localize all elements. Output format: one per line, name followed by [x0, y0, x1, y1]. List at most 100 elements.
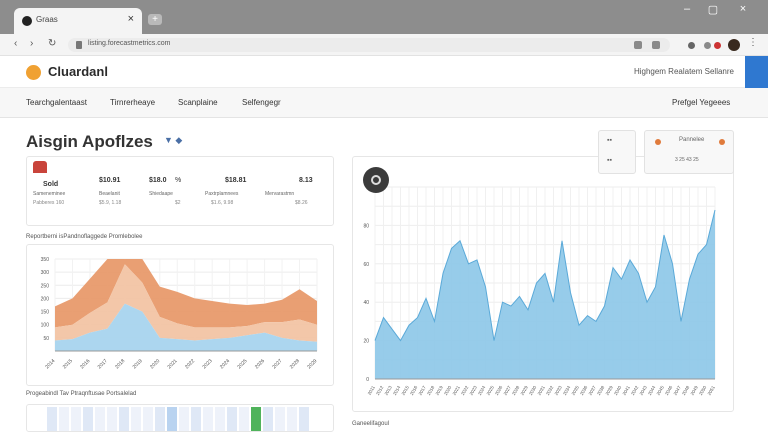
forward-icon[interactable]: › [30, 38, 33, 49]
main-menu: Tearchgalentaast Tirnrerheaye Scanplaine… [0, 88, 768, 118]
brand-name[interactable]: Cluardanl [48, 64, 108, 79]
x-tick-label: 2027 [271, 358, 283, 370]
x-tick-label: 2029 [306, 358, 318, 370]
new-tab-button[interactable]: + [148, 14, 162, 25]
heatmap-cell [179, 407, 189, 431]
bookmark-icon[interactable] [652, 41, 660, 49]
app-header: Cluardanl Highgem Realatem Sellanre [0, 56, 768, 88]
y-tick-label: 40 [363, 300, 369, 306]
favicon-icon [22, 16, 32, 26]
heatmap-cell [83, 407, 93, 431]
chart-settings-icon[interactable] [363, 167, 389, 193]
heatmap-cell [131, 407, 141, 431]
y-tick-label: 200 [41, 296, 50, 302]
left-chart-title: Reportberni isPandnoflaggede Promlebolee [26, 234, 143, 240]
x-tick-label: 2016 [79, 358, 91, 370]
extension-puzzle-icon[interactable] [688, 42, 695, 49]
y-tick-label: 0 [366, 377, 369, 383]
stats-card: Sold Sameneminee Pabberes 160 $10.91 Bea… [26, 156, 334, 226]
heatmap-strip [47, 407, 309, 431]
heatmap-cell [275, 407, 285, 431]
heatmap-cell [95, 407, 105, 431]
maximize-button[interactable]: ▢ [702, 3, 724, 17]
record-icon[interactable] [714, 42, 721, 49]
y-tick-label: 100 [41, 323, 50, 329]
address-bar[interactable]: listing.forecastmetrics.com [68, 38, 670, 52]
close-window-button[interactable]: × [732, 3, 754, 17]
gear-icon [371, 175, 381, 185]
tab-close-icon[interactable]: × [128, 13, 134, 25]
stat-sublabel: $2 [175, 200, 181, 206]
stat-value: $18.0 [149, 177, 167, 184]
browser-menu-icon[interactable]: ⋮ [748, 37, 758, 48]
heatmap-cell [119, 407, 129, 431]
x-tick-label: 2014 [44, 358, 56, 370]
right-area-chart: 8060402002011 2012 2013 2014 2015 2016 2017 201… [363, 186, 717, 397]
title-dropdown-icon[interactable]: ▼ ◆ [164, 135, 182, 146]
filter-range: 3 25 43 25 [675, 157, 699, 163]
y-tick-label: 350 [41, 257, 50, 263]
menu-item-1[interactable]: Tearchgalentaast [26, 98, 87, 107]
browser-navbar: ‹ › ↻ listing.forecastmetrics.com ⋮ [0, 34, 768, 56]
x-tick-label: 2015 [62, 358, 74, 370]
back-icon[interactable]: ‹ [14, 38, 17, 49]
stat-1: Sold Sameneminee Pabberes 160 [33, 163, 89, 213]
list-view-icon[interactable]: ▪▪ [607, 157, 612, 164]
profile-avatar[interactable] [728, 39, 740, 51]
heatmap-cell [59, 407, 69, 431]
x-tick-label: 2024 [219, 358, 231, 370]
grid-view-icon[interactable]: ▪▪ [607, 137, 612, 144]
x-tick-label: 2028 [289, 358, 301, 370]
extension-icon[interactable] [634, 41, 642, 49]
left-area-chart: 350 300 250 200 150 100 50 2014 2015 2016 2017 2018… [41, 257, 319, 370]
stat-label: Sameneminee [33, 191, 66, 197]
downloads-icon[interactable] [704, 42, 711, 49]
y-tick-label: 80 [363, 223, 369, 229]
heatmap-cell [107, 407, 117, 431]
stat-5: 8.13 Mervarastmn $8.26 [265, 163, 327, 213]
stat-2: $10.91 Beaelanit $5.9, 1.18 [99, 163, 151, 213]
y-tick-label: 250 [41, 283, 50, 289]
logo-icon [26, 65, 41, 80]
heatmap-cell [143, 407, 153, 431]
right-bottom-label: Ganeelifagoul [352, 421, 390, 427]
heatmap-card [26, 404, 334, 432]
filter-panel: Pannelee 3 25 43 25 [644, 130, 734, 174]
filter-close-icon[interactable] [719, 139, 725, 145]
filter-dot-icon [655, 139, 661, 145]
menu-item-3[interactable]: Scanplaine [178, 98, 218, 107]
heatmap-cell [287, 407, 297, 431]
stat-value: $10.91 [99, 177, 121, 184]
heatmap-cell [191, 407, 201, 431]
y-tick-label: 20 [363, 339, 369, 345]
x-tick-label: 2051 [707, 385, 717, 397]
minimize-button[interactable]: – [676, 3, 698, 17]
x-tick-label: 2022 [184, 358, 196, 370]
y-tick-label: 50 [43, 336, 49, 342]
filter-label[interactable]: Pannelee [679, 137, 704, 143]
menu-item-2[interactable]: Tirnrerheaye [110, 98, 155, 107]
stat-sublabel: $1.6, 9.98 [211, 200, 234, 206]
page-title: Aisgin Apoflzes [26, 132, 153, 151]
stat-value: Sold [43, 181, 59, 188]
left-chart-card: 350 300 250 200 150 100 50 2014 2015 2016 2017 2018… [26, 244, 334, 386]
x-tick-label: 2023 [202, 358, 214, 370]
heatmap-cell [167, 407, 177, 431]
heatmap-cell [203, 407, 213, 431]
browser-tab[interactable]: Graas × [14, 8, 142, 34]
y-tick-label: 60 [363, 262, 369, 268]
menu-item-4[interactable]: Selfengegr [242, 98, 281, 107]
heatmap-cell [47, 407, 57, 431]
header-action-button[interactable] [745, 56, 768, 88]
y-tick-label: 300 [41, 270, 50, 276]
menu-item-right[interactable]: Prefgel Yegeees [672, 98, 730, 107]
stat-4: $18.81 Paxtrplamnees $1.6, 9.98 [205, 163, 263, 213]
header-account-text[interactable]: Highgem Realatem Sellanre [634, 67, 734, 76]
url-text: listing.forecastmetrics.com [88, 40, 171, 47]
stat-label: Paxtrplamnees [205, 191, 239, 197]
reload-icon[interactable]: ↻ [48, 38, 56, 49]
stat-label: Beaelanit [99, 191, 120, 197]
stat-sublabel: $5.9, 1.18 [99, 200, 122, 206]
stat-sublabel: $8.26 [295, 200, 308, 206]
x-tick-label: 2019 [132, 358, 144, 370]
